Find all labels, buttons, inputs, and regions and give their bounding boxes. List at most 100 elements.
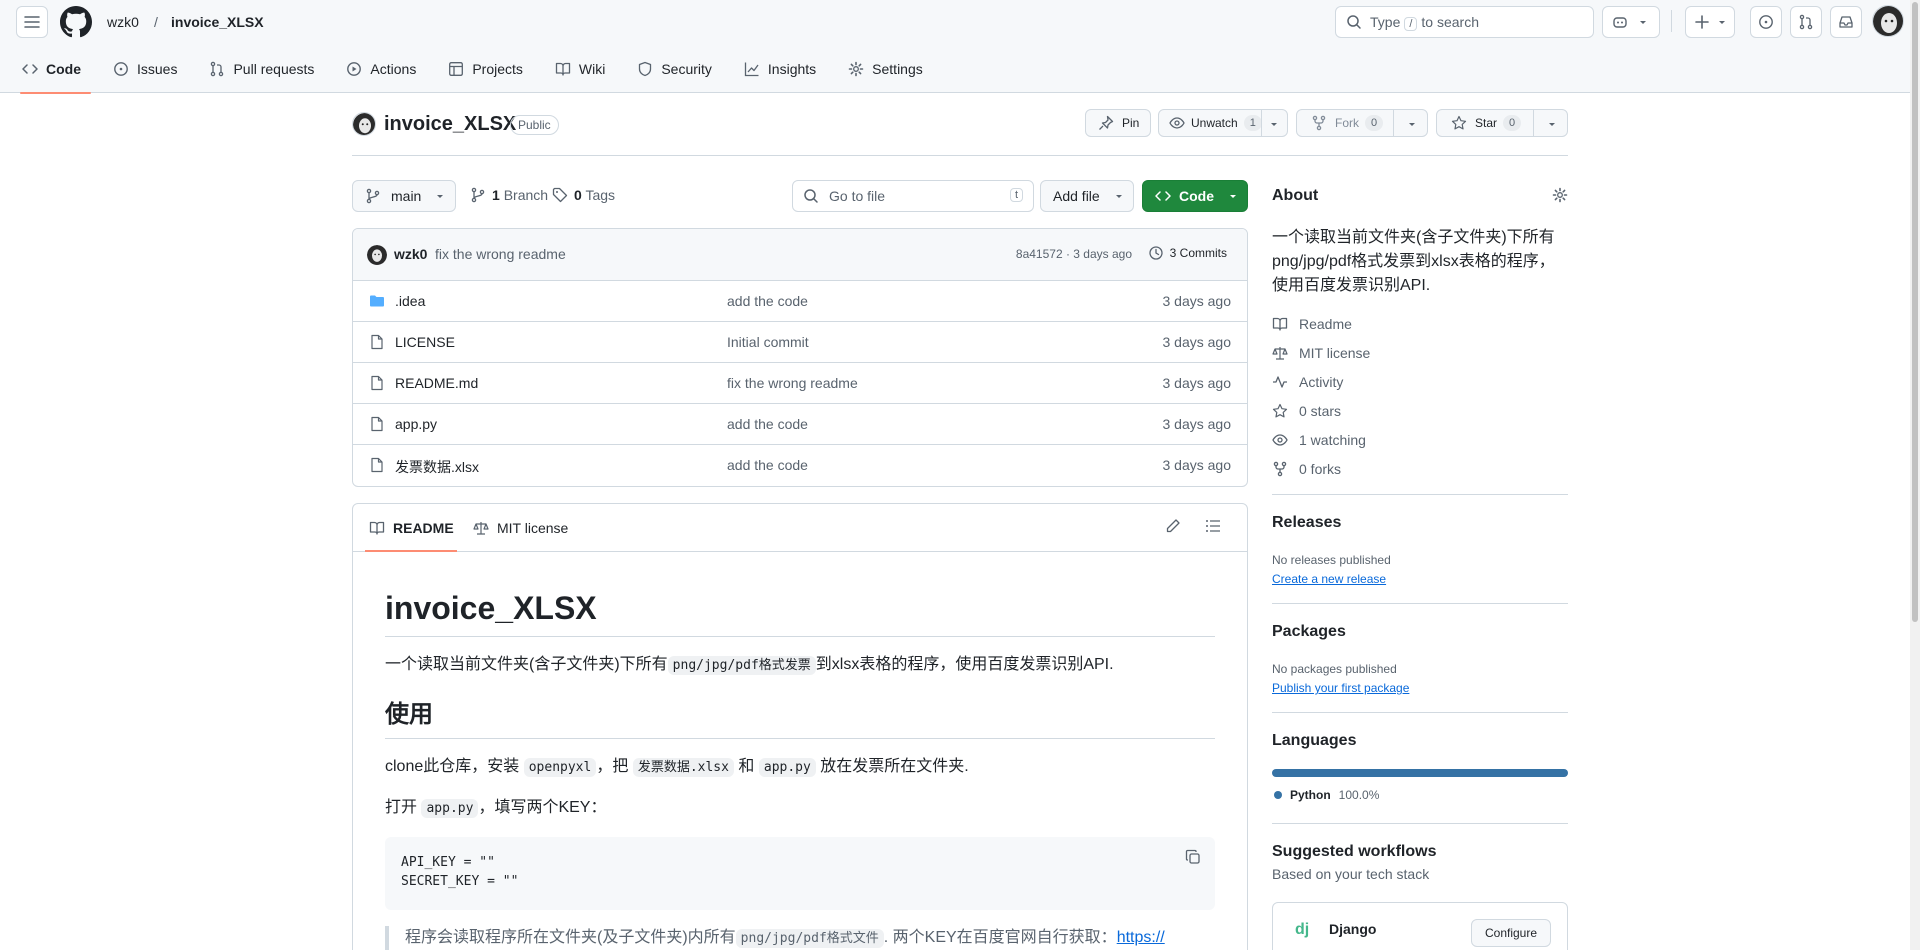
- go-to-file-input[interactable]: Go to file t: [792, 180, 1034, 212]
- star-button[interactable]: Star 0: [1436, 109, 1568, 137]
- fork-label: Fork: [1335, 116, 1359, 130]
- tags-link[interactable]: 0 Tags: [552, 187, 615, 203]
- create-release-link[interactable]: Create a new release: [1272, 572, 1386, 586]
- fork-button[interactable]: Fork 0: [1296, 109, 1428, 137]
- edit-readme-button[interactable]: [1165, 518, 1181, 534]
- file-commit-message[interactable]: Initial commit: [727, 334, 809, 350]
- file-name[interactable]: 发票数据.xlsx: [395, 457, 479, 477]
- breadcrumb-repo[interactable]: invoice_XLSX: [171, 12, 264, 32]
- pin-label: Pin: [1122, 116, 1140, 130]
- django-logo: dj: [1295, 921, 1310, 938]
- commit-hash-date[interactable]: 8a41572 · 3 days ago: [1016, 247, 1132, 261]
- pin-button[interactable]: Pin: [1085, 109, 1151, 137]
- copilot-button[interactable]: [1602, 6, 1660, 38]
- breadcrumb-owner[interactable]: wzk0: [107, 12, 139, 32]
- commit-author-avatar[interactable]: [367, 245, 387, 265]
- readme-tab-label: README: [393, 520, 454, 536]
- code-button[interactable]: Code: [1142, 180, 1248, 212]
- tab-code[interactable]: Code: [20, 56, 91, 94]
- pull-requests-button[interactable]: [1790, 6, 1822, 38]
- about-item-forks[interactable]: 0 forks: [1272, 459, 1341, 479]
- releases-title[interactable]: Releases: [1272, 514, 1341, 532]
- git-pull-request-icon: [1799, 14, 1813, 30]
- latest-commit-bar: wzk0 fix the wrong readme 8a41572 · 3 da…: [353, 229, 1247, 281]
- sidebar-divider: [1272, 494, 1568, 495]
- readme-body: invoice_XLSX 一个读取当前文件夹(含子文件夹)下所有 png/jpg/…: [353, 552, 1247, 950]
- add-file-button[interactable]: Add file: [1040, 180, 1134, 212]
- inline-code: 发票数据.xlsx: [632, 758, 734, 777]
- file-row[interactable]: LICENSE Initial commit 3 days ago: [353, 322, 1247, 363]
- repo-title[interactable]: invoice_XLSX: [384, 111, 516, 137]
- github-mark-icon: [60, 6, 92, 38]
- issues-button[interactable]: [1750, 6, 1782, 38]
- file-row[interactable]: README.md fix the wrong readme 3 days ago: [353, 363, 1247, 404]
- edit-about-button[interactable]: [1552, 187, 1568, 203]
- search-placeholder-post: to search: [1421, 13, 1480, 30]
- outline-button[interactable]: [1205, 518, 1221, 534]
- unwatch-button[interactable]: Unwatch 1: [1158, 109, 1288, 137]
- language-name: Python: [1290, 788, 1331, 802]
- about-item-stars[interactable]: 0 stars: [1272, 401, 1341, 421]
- readme-tab-underline: [365, 550, 457, 552]
- file-row[interactable]: .idea add the code 3 days ago: [353, 281, 1247, 322]
- publish-package-link[interactable]: Publish your first package: [1272, 681, 1409, 695]
- baidu-link[interactable]: https://: [1117, 929, 1165, 946]
- git-pull-request-icon: [211, 61, 224, 76]
- tab-wiki[interactable]: Wiki: [555, 56, 615, 93]
- tab-security[interactable]: Security: [637, 56, 722, 93]
- tab-projects[interactable]: Projects: [448, 56, 533, 93]
- branches-link[interactable]: 1 Branch: [470, 187, 548, 203]
- file-commit-message[interactable]: fix the wrong readme: [727, 375, 858, 391]
- about-description: 一个读取当前文件夹(含子文件夹)下所有png/jpg/pdf格式发票到xlsx表…: [1272, 229, 1555, 294]
- code-line: API_KEY = "": [401, 855, 495, 870]
- pin-icon: [1099, 115, 1114, 130]
- tab-insights[interactable]: Insights: [744, 56, 826, 93]
- user-avatar[interactable]: [1872, 5, 1904, 37]
- scrollbar-thumb[interactable]: [1912, 2, 1918, 622]
- tab-license[interactable]: MIT license: [473, 504, 568, 552]
- commit-author[interactable]: wzk0: [394, 246, 427, 262]
- sidebar-divider: [1272, 823, 1568, 824]
- tag-icon: [552, 187, 568, 203]
- search-placeholder-pre: Type: [1370, 13, 1401, 30]
- about-item-license[interactable]: MIT license: [1272, 343, 1370, 363]
- menu-button[interactable]: [16, 6, 48, 38]
- commit-message[interactable]: fix the wrong readme: [435, 246, 566, 262]
- chevron-down-icon: [1115, 195, 1122, 198]
- file-name[interactable]: LICENSE: [395, 334, 455, 350]
- search-shortcut-key: /: [1404, 16, 1418, 31]
- tab-actions[interactable]: Actions: [346, 56, 426, 93]
- about-item-activity[interactable]: Activity: [1272, 372, 1343, 392]
- packages-empty: No packages published: [1272, 662, 1397, 676]
- avatar-image-icon: [1873, 6, 1903, 36]
- tab-label: Pull requests: [233, 60, 315, 77]
- copy-code-button[interactable]: [1185, 849, 1201, 865]
- tab-readme[interactable]: README: [369, 504, 454, 552]
- tab-issues[interactable]: Issues: [113, 56, 187, 93]
- file-row[interactable]: app.py add the code 3 days ago: [353, 404, 1247, 445]
- about-item-watching[interactable]: 1 watching: [1272, 430, 1366, 450]
- file-commit-message[interactable]: add the code: [727, 293, 808, 309]
- file-name[interactable]: .idea: [395, 293, 425, 309]
- file-row[interactable]: 发票数据.xlsx add the code 3 days ago: [353, 445, 1247, 486]
- page-scrollbar[interactable]: [1910, 0, 1920, 950]
- configure-button[interactable]: Configure: [1471, 919, 1551, 947]
- branch-select-button[interactable]: main: [352, 180, 456, 212]
- file-commit-message[interactable]: add the code: [727, 457, 808, 473]
- packages-title[interactable]: Packages: [1272, 623, 1346, 641]
- about-item-readme[interactable]: Readme: [1272, 314, 1352, 334]
- owner-avatar[interactable]: [352, 112, 376, 136]
- inbox-button[interactable]: [1830, 6, 1862, 38]
- tab-pull-requests[interactable]: Pull requests: [209, 56, 324, 93]
- search-input[interactable]: Type / to search: [1335, 6, 1594, 38]
- commits-history-link[interactable]: 3 Commits: [1148, 245, 1227, 261]
- language-python[interactable]: Python 100.0%: [1274, 788, 1379, 802]
- file-commit-message[interactable]: add the code: [727, 416, 808, 432]
- github-logo[interactable]: [60, 6, 92, 38]
- tab-settings[interactable]: Settings: [848, 56, 933, 93]
- about-title: About: [1272, 187, 1319, 204]
- readme-intro: 一个读取当前文件夹(含子文件夹)下所有 png/jpg/pdf格式发票 到xlsx表…: [385, 653, 1215, 678]
- create-new-button[interactable]: [1685, 6, 1735, 38]
- file-name[interactable]: README.md: [395, 375, 478, 391]
- file-name[interactable]: app.py: [395, 416, 437, 432]
